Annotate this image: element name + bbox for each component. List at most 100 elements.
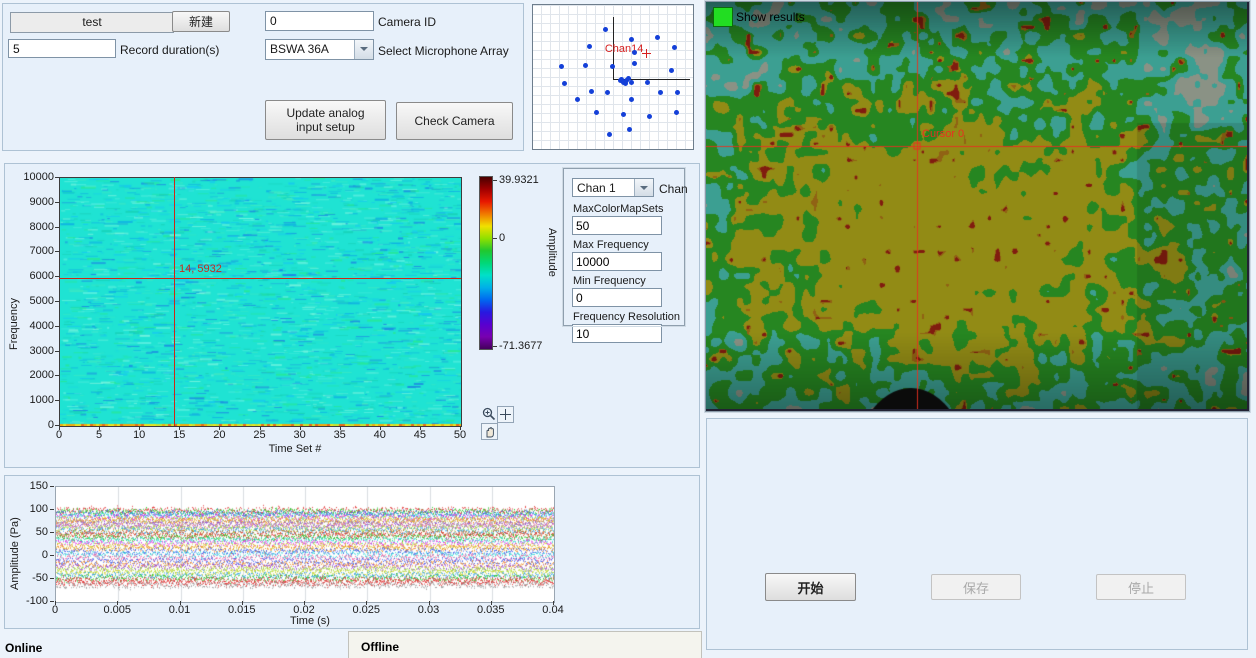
spectro-xtick: 5 bbox=[85, 429, 113, 441]
mic-array-plot[interactable]: Chan14 bbox=[532, 4, 694, 150]
wave-xtick-dash bbox=[55, 601, 56, 605]
wave-ytick: 0 bbox=[8, 549, 48, 561]
wave-xtick-dash bbox=[180, 601, 181, 605]
chan-label: Chan bbox=[659, 182, 688, 196]
check-camera-button[interactable]: Check Camera bbox=[396, 102, 513, 140]
mic-array-label: Select Microphone Array bbox=[378, 44, 509, 58]
camera-heatmap-canvas[interactable] bbox=[706, 2, 1247, 409]
spectrogram-cursor-hline[interactable] bbox=[59, 278, 461, 279]
camera-view[interactable]: Show results Cursor 0 bbox=[705, 1, 1250, 412]
mic-array-value: BSWA 36A bbox=[270, 42, 329, 56]
offline-status-label: Offline bbox=[361, 640, 399, 654]
record-duration-input[interactable] bbox=[8, 39, 116, 58]
mic-position-dot bbox=[647, 114, 652, 119]
spectro-ytick: 4000 bbox=[12, 320, 54, 332]
spectro-ytick-dash bbox=[55, 177, 59, 178]
save-button[interactable]: 保存 bbox=[931, 574, 1021, 600]
wave-ytick-dash bbox=[50, 532, 54, 533]
acoustic-camera-app: test 新建 Record duration(s) Camera ID BSW… bbox=[0, 0, 1256, 658]
mic-array-dropdown[interactable]: BSWA 36A bbox=[265, 39, 374, 60]
mic-position-dot bbox=[575, 97, 580, 102]
pan-hand-icon[interactable] bbox=[481, 423, 498, 440]
spectro-ytick: 9000 bbox=[12, 196, 54, 208]
mic-position-dot bbox=[583, 63, 588, 68]
camera-id-input[interactable] bbox=[265, 11, 374, 31]
spectrogram-canvas[interactable] bbox=[59, 177, 462, 427]
wave-ytick-dash bbox=[50, 486, 54, 487]
chan-dropdown[interactable]: Chan 1 bbox=[572, 178, 654, 197]
mic-position-dot bbox=[674, 110, 679, 115]
mic-cursor-label: Chan14 bbox=[600, 43, 643, 55]
session-name-field[interactable]: test bbox=[10, 12, 174, 33]
zoom-icon[interactable] bbox=[481, 406, 496, 421]
spectro-ytick: 5000 bbox=[12, 295, 54, 307]
spectro-xtick-dash bbox=[420, 426, 421, 430]
wave-ytick-dash bbox=[50, 509, 54, 510]
waveform-canvas[interactable] bbox=[55, 486, 555, 603]
chevron-down-icon[interactable] bbox=[634, 179, 653, 196]
spectro-xtick-dash bbox=[380, 426, 381, 430]
spectro-ytick: 6000 bbox=[12, 270, 54, 282]
spectro-xtick: 10 bbox=[125, 429, 153, 441]
new-button[interactable]: 新建 bbox=[172, 11, 230, 32]
wave-ytick-dash bbox=[50, 555, 54, 556]
spectro-xtick: 45 bbox=[406, 429, 434, 441]
mic-position-dot bbox=[610, 64, 615, 69]
maxcolormapsets-input[interactable] bbox=[572, 216, 662, 235]
maxcolormapsets-label: MaxColorMapSets bbox=[573, 203, 676, 215]
spectro-ytick-dash bbox=[55, 326, 59, 327]
wave-xtick: 0.015 bbox=[220, 604, 264, 616]
wave-xtick: 0.04 bbox=[531, 604, 575, 616]
wave-xtick: 0.01 bbox=[158, 604, 202, 616]
spectro-xtick-dash bbox=[219, 426, 220, 430]
spectrogram-cursor-vline[interactable] bbox=[174, 177, 175, 426]
mic-position-dot bbox=[629, 80, 634, 85]
spectro-xtick: 35 bbox=[326, 429, 354, 441]
mic-position-dot bbox=[658, 90, 663, 95]
spectro-ytick-dash bbox=[55, 202, 59, 203]
wave-xtick-dash bbox=[553, 601, 554, 605]
wave-xtick-dash bbox=[429, 601, 430, 605]
mic-position-dot bbox=[629, 37, 634, 42]
camera-cursor-label: Cursor 0 bbox=[922, 128, 964, 140]
chan-dropdown-value: Chan 1 bbox=[577, 181, 616, 195]
mic-cursor-icon[interactable] bbox=[646, 49, 647, 58]
wave-ytick: -50 bbox=[8, 572, 48, 584]
online-status-label: Online bbox=[5, 641, 42, 655]
mic-position-dot bbox=[626, 76, 631, 81]
spectro-xtick-dash bbox=[179, 426, 180, 430]
stop-button[interactable]: 停止 bbox=[1096, 574, 1186, 600]
wave-xtick-dash bbox=[117, 601, 118, 605]
min-frequency-input[interactable] bbox=[572, 288, 662, 307]
spectrogram-cursor-label: 14, 5932 bbox=[179, 263, 222, 275]
spectro-xtick-dash bbox=[99, 426, 100, 430]
max-frequency-input[interactable] bbox=[572, 252, 662, 271]
colorbar-tick bbox=[493, 238, 497, 239]
show-results-checkbox[interactable] bbox=[713, 7, 733, 27]
spectrogram-xlabel: Time Set # bbox=[235, 443, 355, 455]
channel-settings-box: Chan 1 Chan MaxColorMapSets Max Frequenc… bbox=[563, 168, 685, 326]
spectro-ytick: 1000 bbox=[12, 394, 54, 406]
colorbar-tick bbox=[493, 180, 497, 181]
mic-position-dot bbox=[589, 89, 594, 94]
spectro-ytick-dash bbox=[55, 400, 59, 401]
spectro-ytick: 10000 bbox=[12, 171, 54, 183]
update-analog-input-button[interactable]: Update analog input setup bbox=[265, 100, 386, 140]
spectro-ytick-dash bbox=[55, 351, 59, 352]
wave-xtick: 0.005 bbox=[95, 604, 139, 616]
start-button[interactable]: 开始 bbox=[765, 573, 856, 601]
spectro-ytick: 8000 bbox=[12, 221, 54, 233]
wave-xtick: 0.025 bbox=[344, 604, 388, 616]
mic-position-dot bbox=[632, 61, 637, 66]
spectro-xtick-dash bbox=[139, 426, 140, 430]
mic-position-dot bbox=[562, 81, 567, 86]
wave-ytick: 50 bbox=[8, 526, 48, 538]
frequency-resolution-label: Frequency Resolution bbox=[573, 311, 676, 323]
frequency-resolution-input[interactable] bbox=[572, 324, 662, 343]
wave-xtick: 0.03 bbox=[407, 604, 451, 616]
chevron-down-icon[interactable] bbox=[354, 40, 373, 59]
cursor-tool-icon[interactable] bbox=[497, 406, 514, 423]
spectro-ytick-dash bbox=[55, 251, 59, 252]
max-frequency-label: Max Frequency bbox=[573, 239, 676, 251]
spectro-ytick-dash bbox=[55, 227, 59, 228]
